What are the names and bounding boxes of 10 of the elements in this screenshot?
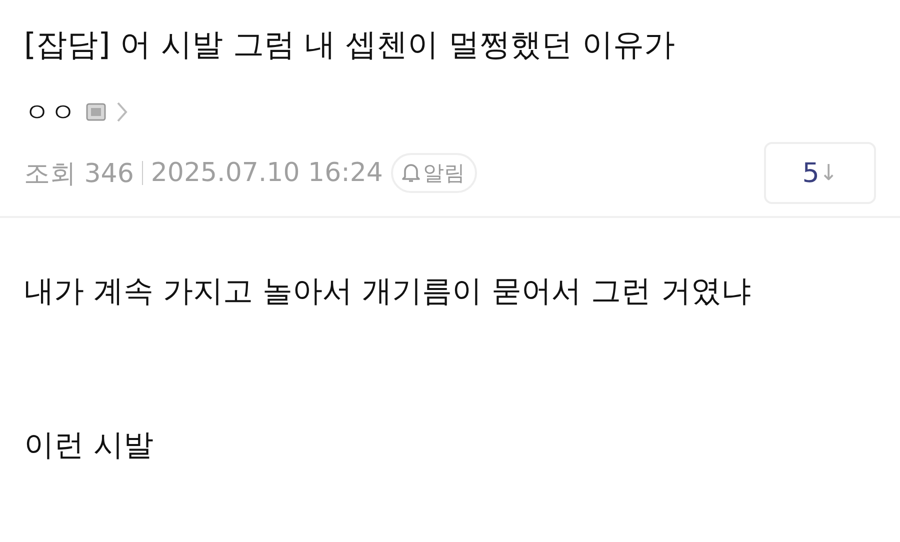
view-count: 조회 346 bbox=[24, 158, 134, 190]
comment-count-button[interactable]: 5↓ bbox=[764, 142, 876, 204]
level-icon bbox=[86, 103, 106, 121]
bell-icon bbox=[400, 162, 421, 184]
body-paragraph: 이런 시발 bbox=[24, 427, 155, 465]
author-name[interactable]: ㅇㅇ bbox=[24, 94, 76, 130]
body-paragraph: 내가 계속 가지고 놀아서 개기름이 묻어서 그런 거였냐 bbox=[24, 273, 752, 311]
post-date: 2025.07.10 16:24 bbox=[150, 158, 383, 188]
post-title: [잡담] 어 시발 그럼 내 셉첸이 멀쩡했던 이유가 bbox=[24, 26, 676, 65]
chevron-right-icon[interactable] bbox=[116, 101, 128, 123]
